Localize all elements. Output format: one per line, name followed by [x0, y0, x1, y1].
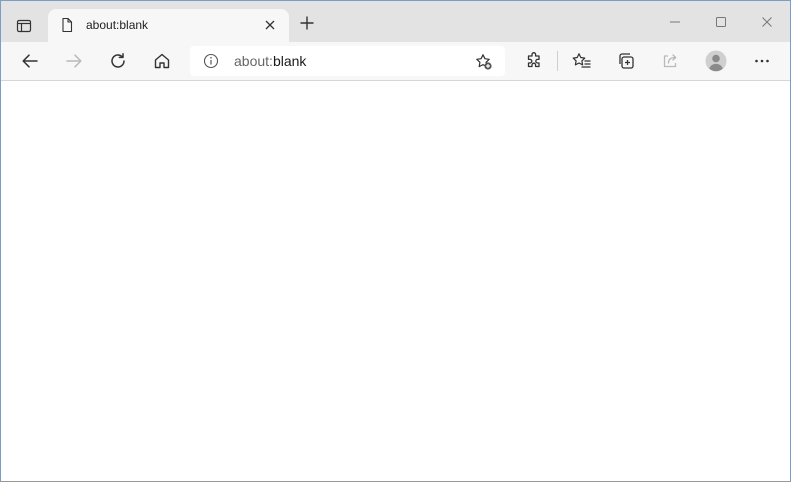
navigation-toolbar: about:blank — [1, 42, 790, 81]
puzzle-icon — [527, 52, 540, 68]
avatar-icon — [705, 50, 727, 72]
arrow-left-icon — [22, 54, 38, 68]
profile-button[interactable] — [701, 46, 731, 76]
favorites-icon — [572, 53, 591, 68]
url-scheme: about: — [234, 53, 273, 69]
close-window-button[interactable] — [750, 7, 784, 37]
close-tab-icon[interactable] — [262, 17, 278, 33]
new-tab-button[interactable] — [294, 10, 320, 36]
title-bar: about:blank — [1, 1, 790, 42]
maximize-icon — [716, 17, 726, 27]
refresh-button[interactable] — [103, 46, 133, 76]
toolbar-divider — [557, 51, 558, 71]
home-icon — [154, 53, 170, 69]
extensions-button[interactable] — [519, 46, 549, 76]
share-button[interactable] — [655, 46, 685, 76]
tab-active[interactable]: about:blank — [48, 9, 289, 42]
tab-title: about:blank — [86, 18, 149, 32]
ellipsis-icon — [755, 59, 769, 63]
refresh-icon — [111, 53, 125, 68]
info-icon[interactable] — [203, 53, 219, 69]
plus-icon — [300, 16, 314, 30]
url-path: blank — [272, 53, 307, 69]
settings-and-more-button[interactable] — [747, 46, 777, 76]
collections-button[interactable] — [611, 46, 641, 76]
minimize-button[interactable] — [658, 7, 692, 37]
favorites-button[interactable] — [567, 46, 597, 76]
minimize-icon — [670, 21, 680, 23]
page-icon — [59, 17, 75, 33]
maximize-button[interactable] — [704, 7, 738, 37]
home-button[interactable] — [147, 46, 177, 76]
address-bar[interactable]: about:blank — [190, 46, 505, 76]
collections-icon — [619, 53, 634, 69]
page-content[interactable] — [1, 81, 790, 481]
back-button[interactable] — [15, 46, 45, 76]
share-icon — [663, 54, 677, 68]
forward-button[interactable] — [59, 46, 89, 76]
arrow-right-icon — [66, 54, 82, 68]
tab-actions-icon[interactable] — [8, 10, 40, 42]
url-text[interactable]: about:blank — [234, 53, 306, 69]
star-add-icon[interactable] — [475, 53, 493, 71]
close-icon — [762, 17, 772, 27]
browser-window: about:blank about:blank — [0, 0, 791, 482]
